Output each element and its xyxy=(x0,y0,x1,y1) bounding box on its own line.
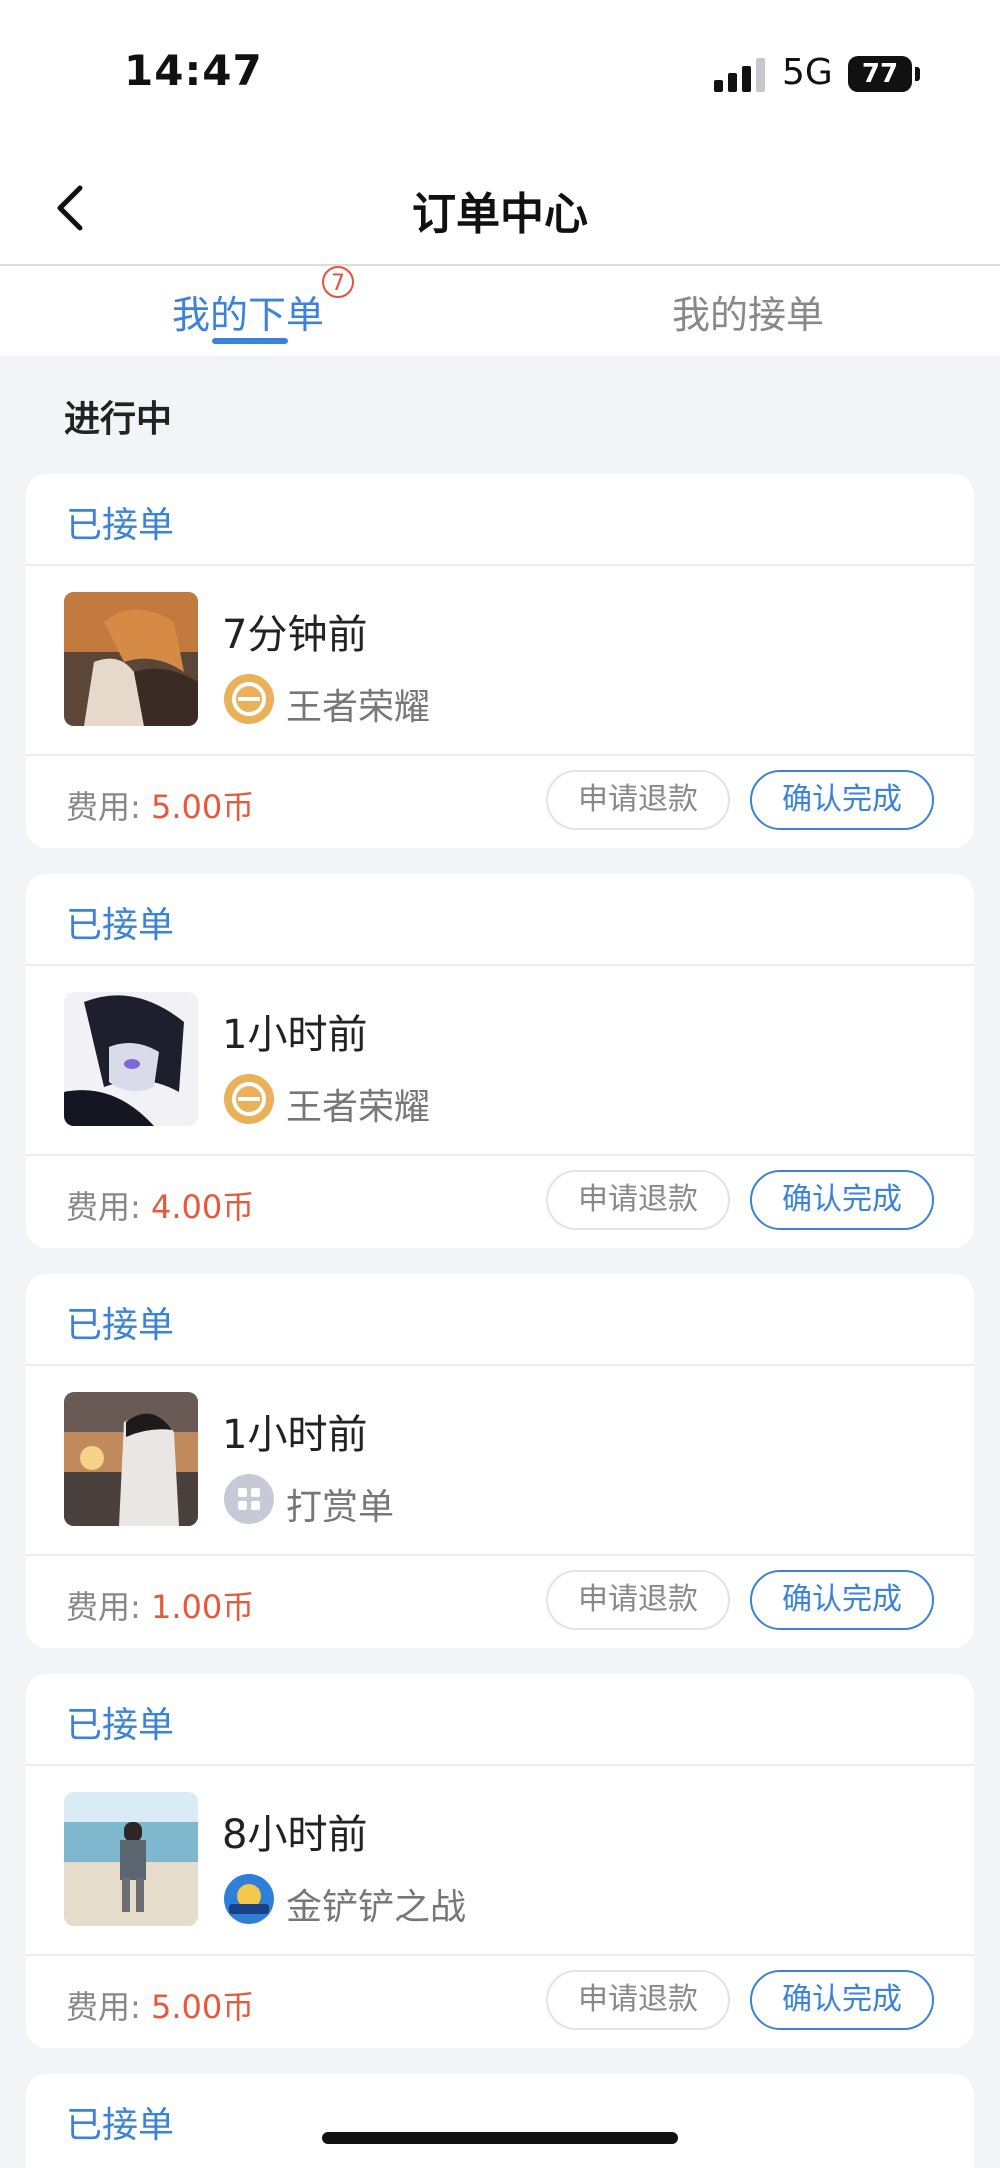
order-status: 已接单 xyxy=(66,1705,175,1746)
fee-label: 费用: 5.00币 xyxy=(66,782,254,828)
order-tabs: 我的下单 7 我的接单 xyxy=(0,266,1000,356)
refund-button[interactable]: 申请退款 xyxy=(546,770,730,830)
order-status: 已接单 xyxy=(66,2105,175,2146)
order-time: 1小时前 xyxy=(222,1012,368,1058)
confirm-complete-button[interactable]: 确认完成 xyxy=(750,770,934,830)
notification-badge: 7 xyxy=(322,266,354,298)
order-status: 已接单 xyxy=(66,505,175,546)
fee-label-text: 费用: xyxy=(66,1188,141,1226)
order-card[interactable]: 已接单 1小时前 打赏单 费用: 1.00币 申请退款 确认完成 xyxy=(26,1274,974,1648)
honor-of-kings-icon xyxy=(224,1074,274,1124)
cellular-signal-icon xyxy=(714,58,766,92)
fee-label-text: 费用: xyxy=(66,1988,141,2026)
order-status: 已接单 xyxy=(66,905,175,946)
section-title: 进行中 xyxy=(64,399,173,440)
divider xyxy=(26,564,974,566)
nav-bar: 订单中心 xyxy=(0,150,1000,266)
order-time: 1小时前 xyxy=(222,1412,368,1458)
fee-label: 费用: 4.00币 xyxy=(66,1182,254,1228)
avatar[interactable] xyxy=(64,592,198,726)
status-time: 14:47 xyxy=(124,46,263,95)
confirm-complete-button[interactable]: 确认完成 xyxy=(750,1570,934,1630)
game-name: 王者荣耀 xyxy=(286,687,431,728)
active-tab-indicator xyxy=(212,338,288,344)
order-card[interactable]: 已接单 xyxy=(26,2074,974,2168)
divider xyxy=(26,964,974,966)
fee-label: 费用: 1.00币 xyxy=(66,1582,254,1628)
order-time: 8小时前 xyxy=(222,1812,368,1858)
fee-value: 4.00币 xyxy=(150,1188,255,1226)
fee-label-text: 费用: xyxy=(66,1588,141,1626)
game-name: 王者荣耀 xyxy=(286,1087,431,1128)
fee-value: 1.00币 xyxy=(150,1588,255,1626)
tab-my-orders[interactable]: 我的下单 xyxy=(172,284,324,339)
refund-button[interactable]: 申请退款 xyxy=(546,1570,730,1630)
refund-button[interactable]: 申请退款 xyxy=(546,1970,730,2030)
order-status: 已接单 xyxy=(66,1305,175,1346)
divider xyxy=(26,1364,974,1366)
home-indicator xyxy=(322,2132,678,2144)
avatar[interactable] xyxy=(64,1792,198,1926)
fee-label-text: 费用: xyxy=(66,788,141,826)
fee-label: 费用: 5.00币 xyxy=(66,1982,254,2028)
game-name: 打赏单 xyxy=(286,1487,395,1528)
status-bar: 14:47 5G 77 xyxy=(0,0,1000,150)
confirm-complete-button[interactable]: 确认完成 xyxy=(750,1170,934,1230)
network-type: 5G xyxy=(782,52,833,93)
divider xyxy=(26,1554,974,1556)
tip-order-icon xyxy=(224,1474,274,1524)
order-card[interactable]: 已接单 1小时前 王者荣耀 费用: 4.00币 申请退款 确认完成 xyxy=(26,874,974,1248)
divider xyxy=(26,754,974,756)
honor-of-kings-icon xyxy=(224,674,274,724)
order-card[interactable]: 已接单 7分钟前 王者荣耀 费用: 5.00币 申请退款 确认完成 xyxy=(26,474,974,848)
fee-value: 5.00币 xyxy=(150,788,255,826)
confirm-complete-button[interactable]: 确认完成 xyxy=(750,1970,934,2030)
divider xyxy=(26,1154,974,1156)
fee-value: 5.00币 xyxy=(150,1988,255,2026)
order-card[interactable]: 已接单 8小时前 金铲铲之战 费用: 5.00币 申请退款 确认完成 xyxy=(26,1674,974,2048)
game-name: 金铲铲之战 xyxy=(286,1887,467,1928)
page-title: 订单中心 xyxy=(412,189,588,240)
divider xyxy=(26,1764,974,1766)
order-time: 7分钟前 xyxy=(222,612,368,658)
battery-icon: 77 xyxy=(848,56,912,92)
battery-tip xyxy=(915,67,920,81)
avatar[interactable] xyxy=(64,992,198,1126)
refund-button[interactable]: 申请退款 xyxy=(546,1170,730,1230)
divider xyxy=(26,1954,974,1956)
avatar[interactable] xyxy=(64,1392,198,1526)
golden-spatula-icon xyxy=(224,1874,274,1924)
tab-my-accepted[interactable]: 我的接单 xyxy=(672,284,824,339)
